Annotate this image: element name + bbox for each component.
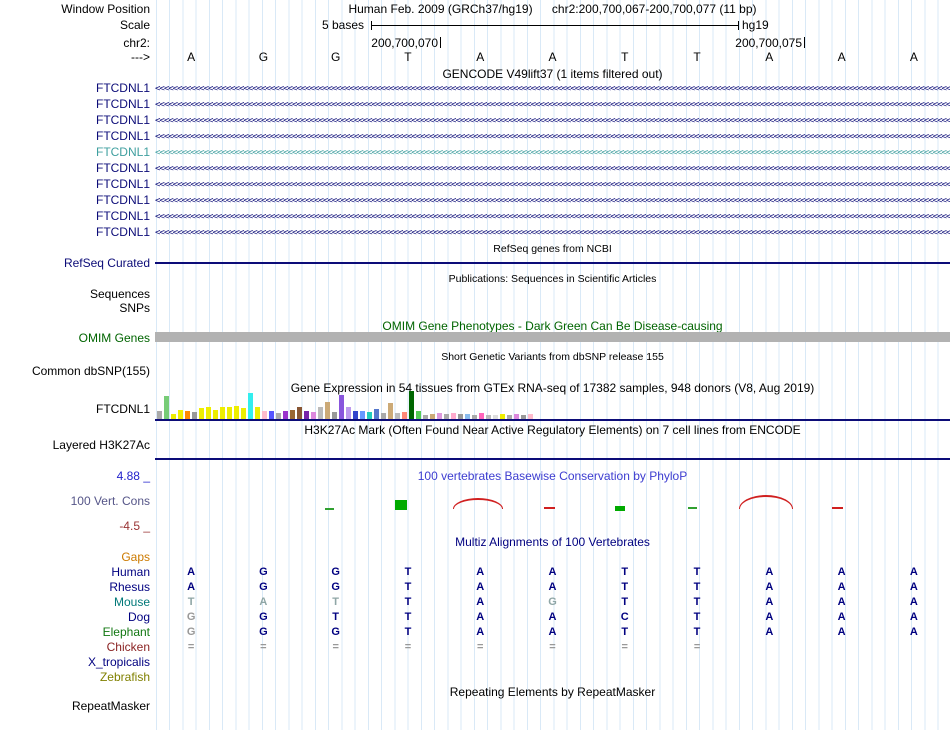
alignment-base: T — [693, 626, 701, 638]
alignment-base: T — [332, 596, 340, 608]
species-label-elephant[interactable]: Elephant — [0, 625, 150, 639]
alignment-base: A — [259, 596, 268, 608]
alignment-base: T — [404, 626, 412, 638]
alignment-base: G — [186, 611, 196, 623]
alignment-base: = — [693, 641, 701, 653]
alignment-base: G — [331, 581, 340, 593]
alignment-base: T — [693, 566, 701, 578]
alignment-base: T — [404, 596, 412, 608]
multiz-alignment-track: Gaps Human A G G T A A T T A A A Rhesus A G G T A A T T A A A Mou… — [0, 0, 950, 730]
species-label-gaps[interactable]: Gaps — [0, 550, 150, 564]
alignment-base: A — [476, 626, 485, 638]
alignment-base: G — [331, 566, 340, 578]
alignment-base: G — [331, 626, 340, 638]
alignment-base: T — [404, 581, 412, 593]
alignment-base: = — [476, 641, 484, 653]
alignment-base: A — [187, 566, 196, 578]
ucsc-genome-browser: Window Position Human Feb. 2009 (GRCh37/… — [0, 0, 950, 730]
species-label-mouse[interactable]: Mouse — [0, 595, 150, 609]
alignment-base: A — [837, 596, 846, 608]
alignment-base: = — [621, 641, 628, 653]
species-label-chicken[interactable]: Chicken — [0, 640, 150, 654]
alignment-base: A — [765, 596, 774, 608]
alignment-base: G — [259, 581, 268, 593]
alignment-base: T — [693, 611, 701, 623]
alignment-base: A — [548, 566, 557, 578]
alignment-base: A — [909, 611, 918, 623]
species-label-zebrafish[interactable]: Zebrafish — [0, 670, 150, 684]
alignment-base: T — [332, 611, 340, 623]
alignment-base: A — [909, 581, 918, 593]
alignment-base: T — [621, 626, 629, 638]
alignment-base: A — [909, 626, 918, 638]
alignment-base: A — [187, 581, 196, 593]
alignment-base: A — [476, 581, 485, 593]
alignment-base: A — [765, 626, 774, 638]
alignment-base: A — [909, 596, 918, 608]
alignment-base: T — [621, 566, 629, 578]
alignment-base: = — [187, 641, 195, 653]
alignment-base: T — [404, 566, 412, 578]
alignment-base: C — [620, 611, 629, 623]
species-label-x_tropicalis[interactable]: X_tropicalis — [0, 655, 150, 669]
alignment-base: G — [186, 626, 196, 638]
alignment-base: A — [548, 581, 557, 593]
species-label-rhesus[interactable]: Rhesus — [0, 580, 150, 594]
alignment-base: G — [259, 626, 268, 638]
alignment-base: A — [837, 566, 846, 578]
species-label-human[interactable]: Human — [0, 565, 150, 579]
alignment-base: A — [476, 596, 485, 608]
alignment-base: G — [259, 611, 268, 623]
alignment-base: = — [549, 641, 556, 653]
alignment-base: A — [476, 566, 485, 578]
alignment-base: A — [837, 581, 846, 593]
alignment-base: T — [621, 581, 629, 593]
repeatmasker-track-title: Repeating Elements by RepeatMasker — [449, 685, 656, 699]
alignment-base: A — [909, 566, 918, 578]
alignment-base: T — [621, 596, 629, 608]
alignment-base: A — [765, 611, 774, 623]
species-label-dog[interactable]: Dog — [0, 610, 150, 624]
alignment-base: = — [260, 641, 267, 653]
alignment-base: = — [332, 641, 339, 653]
alignment-base: A — [837, 611, 846, 623]
alignment-base: T — [187, 596, 195, 608]
alignment-base: T — [404, 611, 412, 623]
alignment-base: A — [765, 566, 774, 578]
alignment-base: A — [476, 611, 485, 623]
alignment-base: = — [404, 641, 412, 653]
alignment-base: A — [548, 611, 557, 623]
alignment-base: G — [548, 596, 557, 608]
alignment-base: T — [693, 596, 701, 608]
alignment-base: A — [837, 626, 846, 638]
alignment-base: A — [548, 626, 557, 638]
alignment-base: A — [765, 581, 774, 593]
alignment-base: T — [693, 581, 701, 593]
repeatmasker-track-label[interactable]: RepeatMasker — [0, 699, 150, 713]
alignment-base: G — [259, 566, 268, 578]
